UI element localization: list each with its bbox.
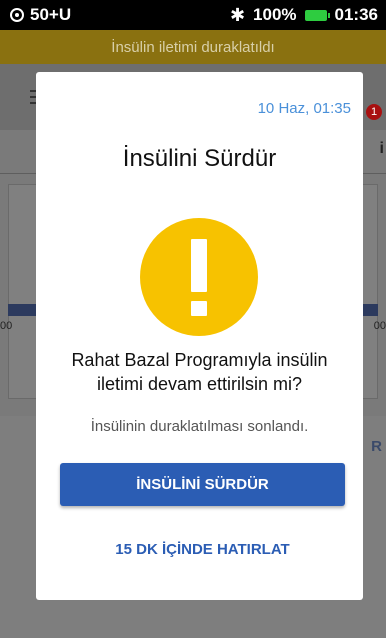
- exclamation-dot: [191, 301, 207, 316]
- bluetooth-icon: ✱: [229, 4, 246, 25]
- background-axis-label-right: 00: [373, 320, 386, 332]
- status-text: 50+U: [30, 5, 72, 24]
- banner-text: İnsülin iletimi duraklatıldı: [111, 38, 275, 56]
- resume-insulin-dialog: 10 Haz, 01:35 İnsülini Sürdür Rahat Baza…: [36, 72, 363, 600]
- warning-exclamation-icon: [140, 218, 258, 336]
- dialog-subtext: İnsülinin duraklatılması sonlandı.: [90, 418, 309, 435]
- exclamation-bar: [191, 239, 207, 292]
- status-bar-right: ✱ 100% 01:36: [230, 5, 378, 26]
- pod-status-icon: [10, 8, 24, 22]
- remind-in-15-min-button[interactable]: 15 DK İÇİNDE HATIRLAT: [60, 534, 345, 564]
- background-tab-fragment: i: [379, 140, 384, 157]
- background-axis-label-left: 00: [0, 320, 13, 332]
- paused-banner: İnsülin iletimi duraklatıldı: [0, 30, 386, 64]
- status-bar: 50+U ✱ 100% 01:36: [0, 0, 386, 30]
- background-link-fragment: R: [371, 438, 382, 455]
- dialog-title: İnsülini Sürdür: [122, 145, 277, 172]
- resume-insulin-button[interactable]: İNSÜLİNİ SÜRDÜR: [60, 463, 345, 506]
- dialog-question: Rahat Bazal Programıyla insülin iletimi …: [71, 350, 328, 394]
- battery-icon: [304, 9, 330, 21]
- dialog-timestamp: 10 Haz, 01:35: [257, 100, 351, 117]
- notification-badge: 1: [366, 104, 382, 120]
- battery-percent: 100%: [253, 5, 297, 24]
- clock: 01:36: [334, 5, 378, 24]
- status-bar-left: 50+U: [10, 5, 71, 25]
